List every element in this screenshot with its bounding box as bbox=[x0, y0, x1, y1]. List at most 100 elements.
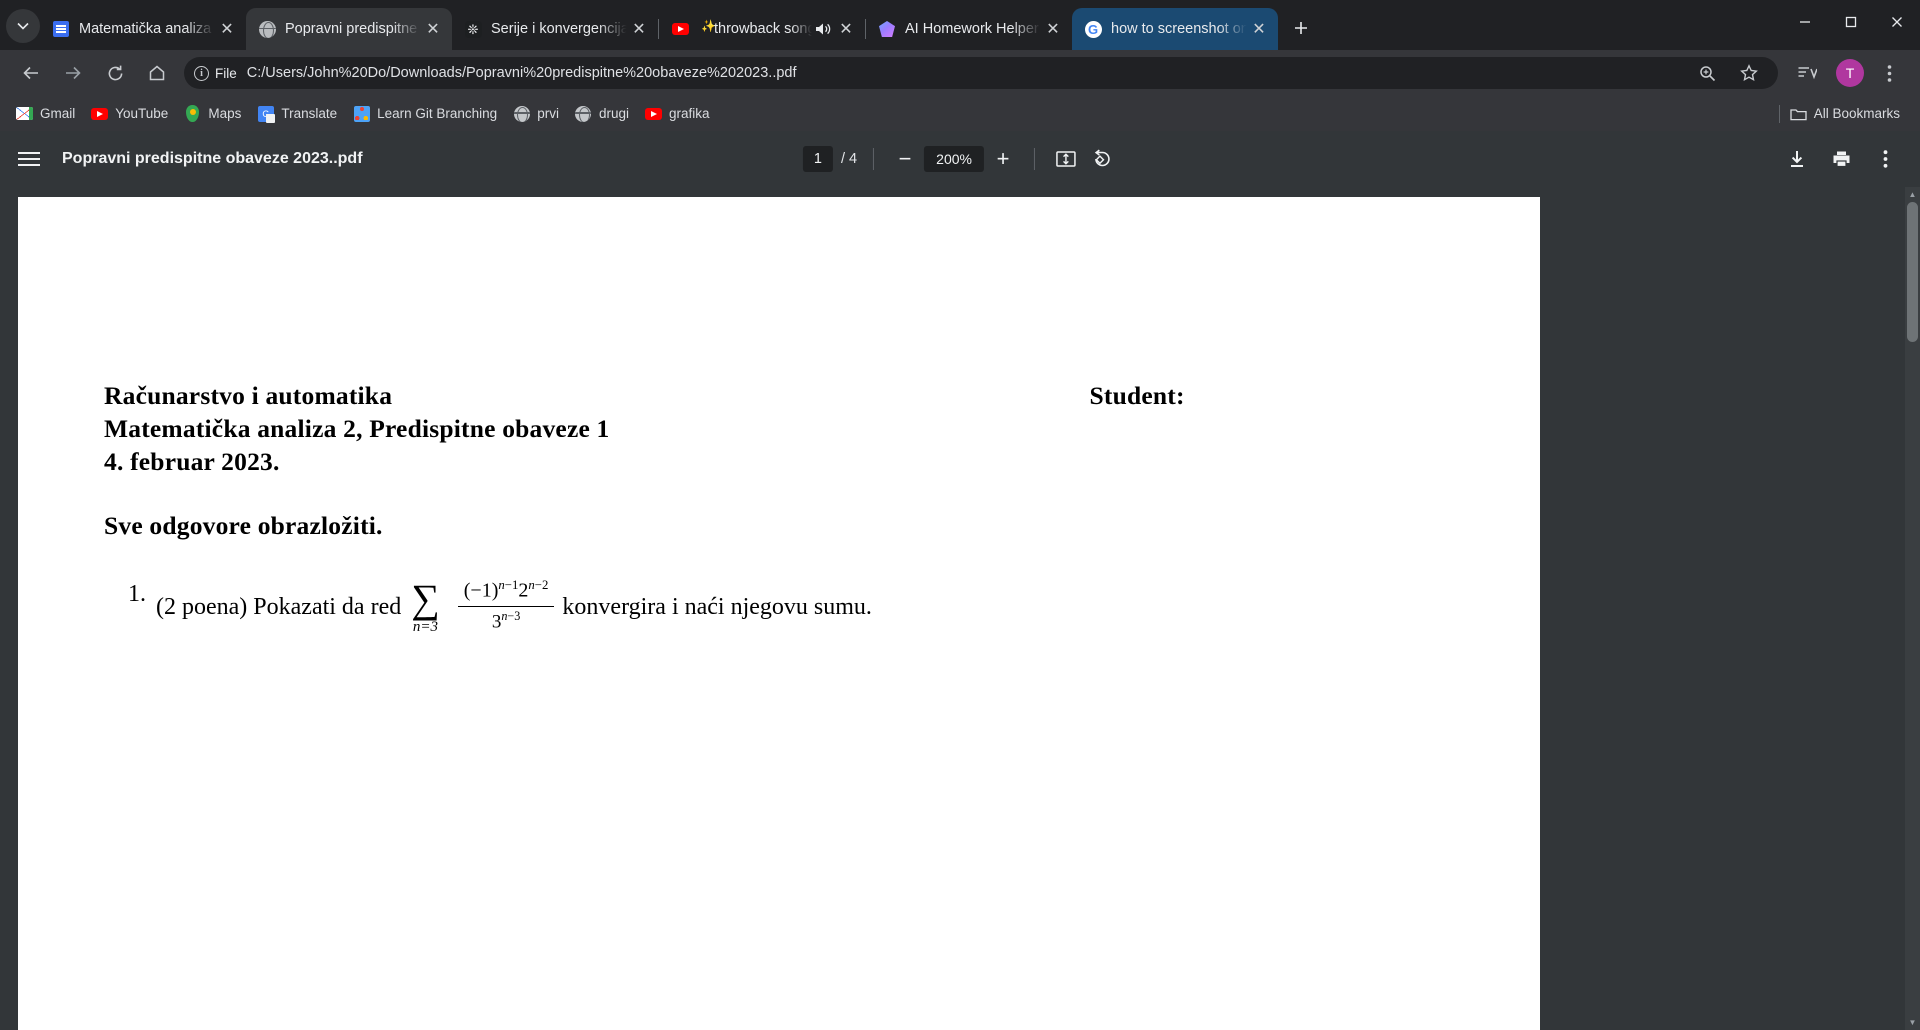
vertical-scroll-thumb[interactable] bbox=[1907, 202, 1918, 342]
pdf-page-1: Računarstvo i automatika Matematička ana… bbox=[18, 197, 1540, 1030]
tab-search-icon[interactable] bbox=[6, 9, 40, 43]
close-icon[interactable]: ✕ bbox=[216, 18, 238, 40]
reload-icon[interactable] bbox=[99, 57, 131, 89]
three-dot-menu-icon[interactable] bbox=[1868, 142, 1902, 176]
pdf-viewer-area[interactable]: Računarstvo i automatika Matematička ana… bbox=[0, 187, 1920, 1030]
bookmark-label: Maps bbox=[208, 106, 242, 121]
home-icon[interactable] bbox=[141, 57, 173, 89]
hamburger-icon[interactable] bbox=[18, 145, 46, 173]
student-field: Student: bbox=[1090, 379, 1185, 478]
browser-tab-4[interactable]: ✨ throwback songs to ✕ bbox=[659, 8, 865, 50]
bookmark-prvi[interactable]: prvi bbox=[505, 101, 567, 127]
zoom-level-display[interactable]: 200% bbox=[924, 146, 985, 172]
youtube-icon bbox=[645, 105, 662, 122]
scroll-down-button[interactable]: ▼ bbox=[1905, 1015, 1920, 1030]
document-content: Računarstvo i automatika Matematička ana… bbox=[104, 379, 1480, 636]
url-text: C:/Users/John%20Do/Downloads/Popravni%20… bbox=[246, 65, 797, 81]
sheets-icon bbox=[52, 20, 70, 38]
browser-tab-2[interactable]: Popravni predispitne obave ✕ bbox=[246, 8, 452, 50]
close-icon[interactable]: ✕ bbox=[628, 18, 650, 40]
info-icon: i bbox=[194, 65, 209, 81]
page-total-label: / 4 bbox=[840, 151, 858, 167]
fraction-denominator: 3n−3 bbox=[486, 607, 527, 635]
minimize-icon[interactable] bbox=[1782, 0, 1828, 44]
tab-list: Matematička analiza 2 - Ob ✕ Popravni pr… bbox=[40, 0, 1278, 50]
maximize-icon[interactable] bbox=[1828, 0, 1874, 44]
three-dot-menu-icon[interactable] bbox=[1873, 57, 1905, 89]
zoom-in-button[interactable]: + bbox=[988, 144, 1018, 174]
new-tab-button[interactable] bbox=[1284, 11, 1318, 45]
bookmarks-bar: Gmail YouTube Maps G Translate Learn Git… bbox=[0, 96, 1920, 131]
youtube-icon bbox=[671, 20, 689, 38]
close-icon[interactable]: ✕ bbox=[422, 18, 444, 40]
fraction: (−1)n−12n−2 3n−3 bbox=[457, 577, 555, 635]
bookmark-translate[interactable]: G Translate bbox=[249, 101, 345, 127]
globe-icon bbox=[258, 20, 276, 38]
tab-title: AI Homework Helper & Sol bbox=[905, 21, 1042, 37]
browser-tab-3[interactable]: ❊ Serije i konvergencija ✕ bbox=[452, 8, 658, 50]
bookmark-learn-git-branching[interactable]: Learn Git Branching bbox=[345, 101, 505, 127]
browser-tab-6-active[interactable]: G how to screenshot on wind ✕ bbox=[1072, 8, 1278, 50]
bookmark-youtube[interactable]: YouTube bbox=[83, 101, 176, 127]
bookmark-label: Translate bbox=[281, 106, 338, 121]
file-origin-chip[interactable]: i File bbox=[194, 65, 237, 81]
download-icon[interactable] bbox=[1780, 142, 1814, 176]
page-number-input[interactable] bbox=[802, 146, 833, 172]
pdf-toolbar: Popravni predispitne obaveze 2023..pdf /… bbox=[0, 131, 1920, 187]
address-bar[interactable]: i File C:/Users/John%20Do/Downloads/Popr… bbox=[184, 57, 1778, 89]
star-icon[interactable] bbox=[1733, 57, 1765, 89]
tab-title: how to screenshot on wind bbox=[1111, 21, 1248, 37]
speaker-icon[interactable] bbox=[813, 19, 833, 39]
numerator-base-1: (−1) bbox=[463, 579, 499, 602]
bookmark-drugi[interactable]: drugi bbox=[567, 101, 637, 127]
problem-number: 1. bbox=[128, 581, 146, 607]
tab-strip: Matematička analiza 2 - Ob ✕ Popravni pr… bbox=[0, 0, 1920, 50]
bookmark-label: grafika bbox=[669, 106, 710, 121]
bookmark-maps[interactable]: Maps bbox=[176, 101, 249, 127]
google-icon: G bbox=[1084, 20, 1102, 38]
bookmark-label: YouTube bbox=[115, 106, 169, 121]
browser-tab-1[interactable]: Matematička analiza 2 - Ob ✕ bbox=[40, 8, 246, 50]
search-zoom-icon[interactable] bbox=[1691, 57, 1723, 89]
vertical-scrollbar[interactable]: ▲ ▼ bbox=[1905, 187, 1920, 1030]
close-icon[interactable]: ✕ bbox=[1042, 18, 1064, 40]
print-icon[interactable] bbox=[1824, 142, 1858, 176]
document-header: Računarstvo i automatika Matematička ana… bbox=[104, 379, 1480, 478]
fit-to-page-icon[interactable] bbox=[1051, 144, 1081, 174]
gemini-icon bbox=[878, 20, 896, 38]
bookmark-gmail[interactable]: Gmail bbox=[8, 101, 83, 127]
tab-title: Popravni predispitne obave bbox=[285, 21, 422, 37]
divider bbox=[1034, 148, 1036, 170]
git-branch-icon bbox=[353, 105, 370, 122]
file-chip-label: File bbox=[215, 65, 237, 81]
translate-icon: G bbox=[257, 105, 275, 123]
all-bookmarks-button[interactable]: All Bookmarks bbox=[1790, 101, 1908, 127]
denominator-exponent-rest: −3 bbox=[507, 608, 521, 623]
fraction-numerator: (−1)n−12n−2 bbox=[458, 577, 555, 606]
youtube-icon bbox=[91, 105, 109, 122]
problem-item-1: 1. (2 poena) Pokazati da red ∑ n=3 (−1)n… bbox=[104, 578, 1480, 636]
denominator-base: 3 bbox=[491, 611, 502, 633]
header-left-block: Računarstvo i automatika Matematička ana… bbox=[104, 379, 610, 478]
bookmark-grafika[interactable]: grafika bbox=[637, 101, 718, 127]
window-close-icon[interactable] bbox=[1874, 0, 1920, 44]
openai-icon: ❊ bbox=[464, 20, 482, 38]
browser-tab-5[interactable]: AI Homework Helper & Sol ✕ bbox=[866, 8, 1072, 50]
sigma-icon: ∑ bbox=[411, 575, 440, 621]
all-bookmarks-area: All Bookmarks bbox=[1778, 101, 1908, 127]
close-icon[interactable]: ✕ bbox=[1248, 18, 1270, 40]
gmail-icon bbox=[16, 105, 33, 122]
zoom-out-button[interactable]: − bbox=[890, 144, 920, 174]
student-label: Student: bbox=[1089, 381, 1185, 410]
header-line-3: 4. februar 2023. bbox=[104, 447, 280, 476]
scroll-up-button[interactable]: ▲ bbox=[1905, 187, 1920, 202]
tab-title: Serije i konvergencija bbox=[491, 21, 628, 37]
forward-arrow-icon[interactable] bbox=[57, 57, 89, 89]
numerator-base-2: 2 bbox=[518, 579, 529, 602]
reading-list-icon[interactable] bbox=[1791, 57, 1823, 89]
rotate-counterclockwise-icon[interactable] bbox=[1087, 144, 1117, 174]
back-arrow-icon[interactable] bbox=[15, 57, 47, 89]
avatar[interactable]: T bbox=[1836, 59, 1864, 87]
divider bbox=[1778, 104, 1780, 123]
close-icon[interactable]: ✕ bbox=[835, 18, 857, 40]
